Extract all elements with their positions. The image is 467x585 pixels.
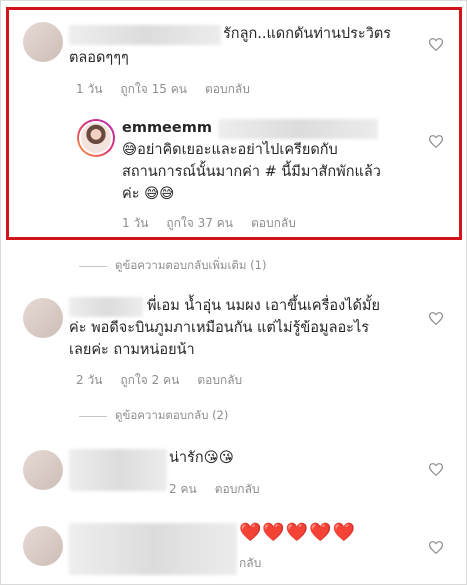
avatar[interactable] bbox=[23, 526, 63, 566]
avatar[interactable] bbox=[23, 298, 63, 338]
blurred-username bbox=[69, 523, 237, 575]
view-replies-button[interactable]: ดูข้อความตอบกลับ (2) bbox=[79, 407, 228, 425]
highlight-box bbox=[6, 7, 462, 240]
comment-text: พี่เอม น้ำอุ่น นมผง เอาขึ้นเครื่องได้มั้… bbox=[147, 298, 380, 314]
comment-text: เลยค่ะ ถามหน่อยน้า bbox=[69, 342, 195, 358]
comment-meta: กลับ bbox=[239, 554, 261, 573]
view-more-replies-button[interactable]: ดูข้อความตอบกลับเพิ่มเติม (1) bbox=[79, 257, 266, 275]
reply-button[interactable]: กลับ bbox=[239, 554, 261, 573]
likes-count-partial[interactable]: 2 คน bbox=[169, 480, 197, 499]
blurred-username bbox=[69, 449, 167, 491]
avatar[interactable] bbox=[23, 450, 63, 490]
comment-text: ❤️❤️❤️❤️❤️ bbox=[239, 522, 357, 543]
comment-meta: 2 คน ตอบกลับ bbox=[169, 480, 260, 499]
view-replies-label[interactable]: ดูข้อความตอบกลับ (2) bbox=[115, 407, 228, 425]
reply-button[interactable]: ตอบกลับ bbox=[215, 480, 260, 499]
likes-count[interactable]: ถูกใจ 2 คน bbox=[120, 371, 179, 390]
comment-text: ค่ะ พอดีจะบินภูมภาเหมือนกัน แต่ไม่รู้ข้อ… bbox=[69, 320, 370, 336]
blurred-username bbox=[69, 297, 143, 317]
comment-time: 2 วัน bbox=[76, 373, 103, 387]
heart-outline-icon[interactable] bbox=[429, 463, 443, 476]
comments-panel: รักลูก..แดกดันท่านประวิตร ตลอดๆๆๆ 1 วัน … bbox=[0, 0, 467, 585]
divider-line bbox=[79, 265, 107, 267]
divider-line bbox=[79, 415, 107, 417]
heart-outline-icon[interactable] bbox=[429, 312, 443, 325]
heart-outline-icon[interactable] bbox=[429, 541, 443, 554]
reply-button[interactable]: ตอบกลับ bbox=[197, 371, 242, 390]
view-replies-label[interactable]: ดูข้อความตอบกลับเพิ่มเติม (1) bbox=[115, 257, 266, 275]
comment-text: น่ารัก😘😘 bbox=[169, 450, 234, 466]
comment-meta: 2 วัน ถูกใจ 2 คน ตอบกลับ bbox=[76, 371, 242, 390]
